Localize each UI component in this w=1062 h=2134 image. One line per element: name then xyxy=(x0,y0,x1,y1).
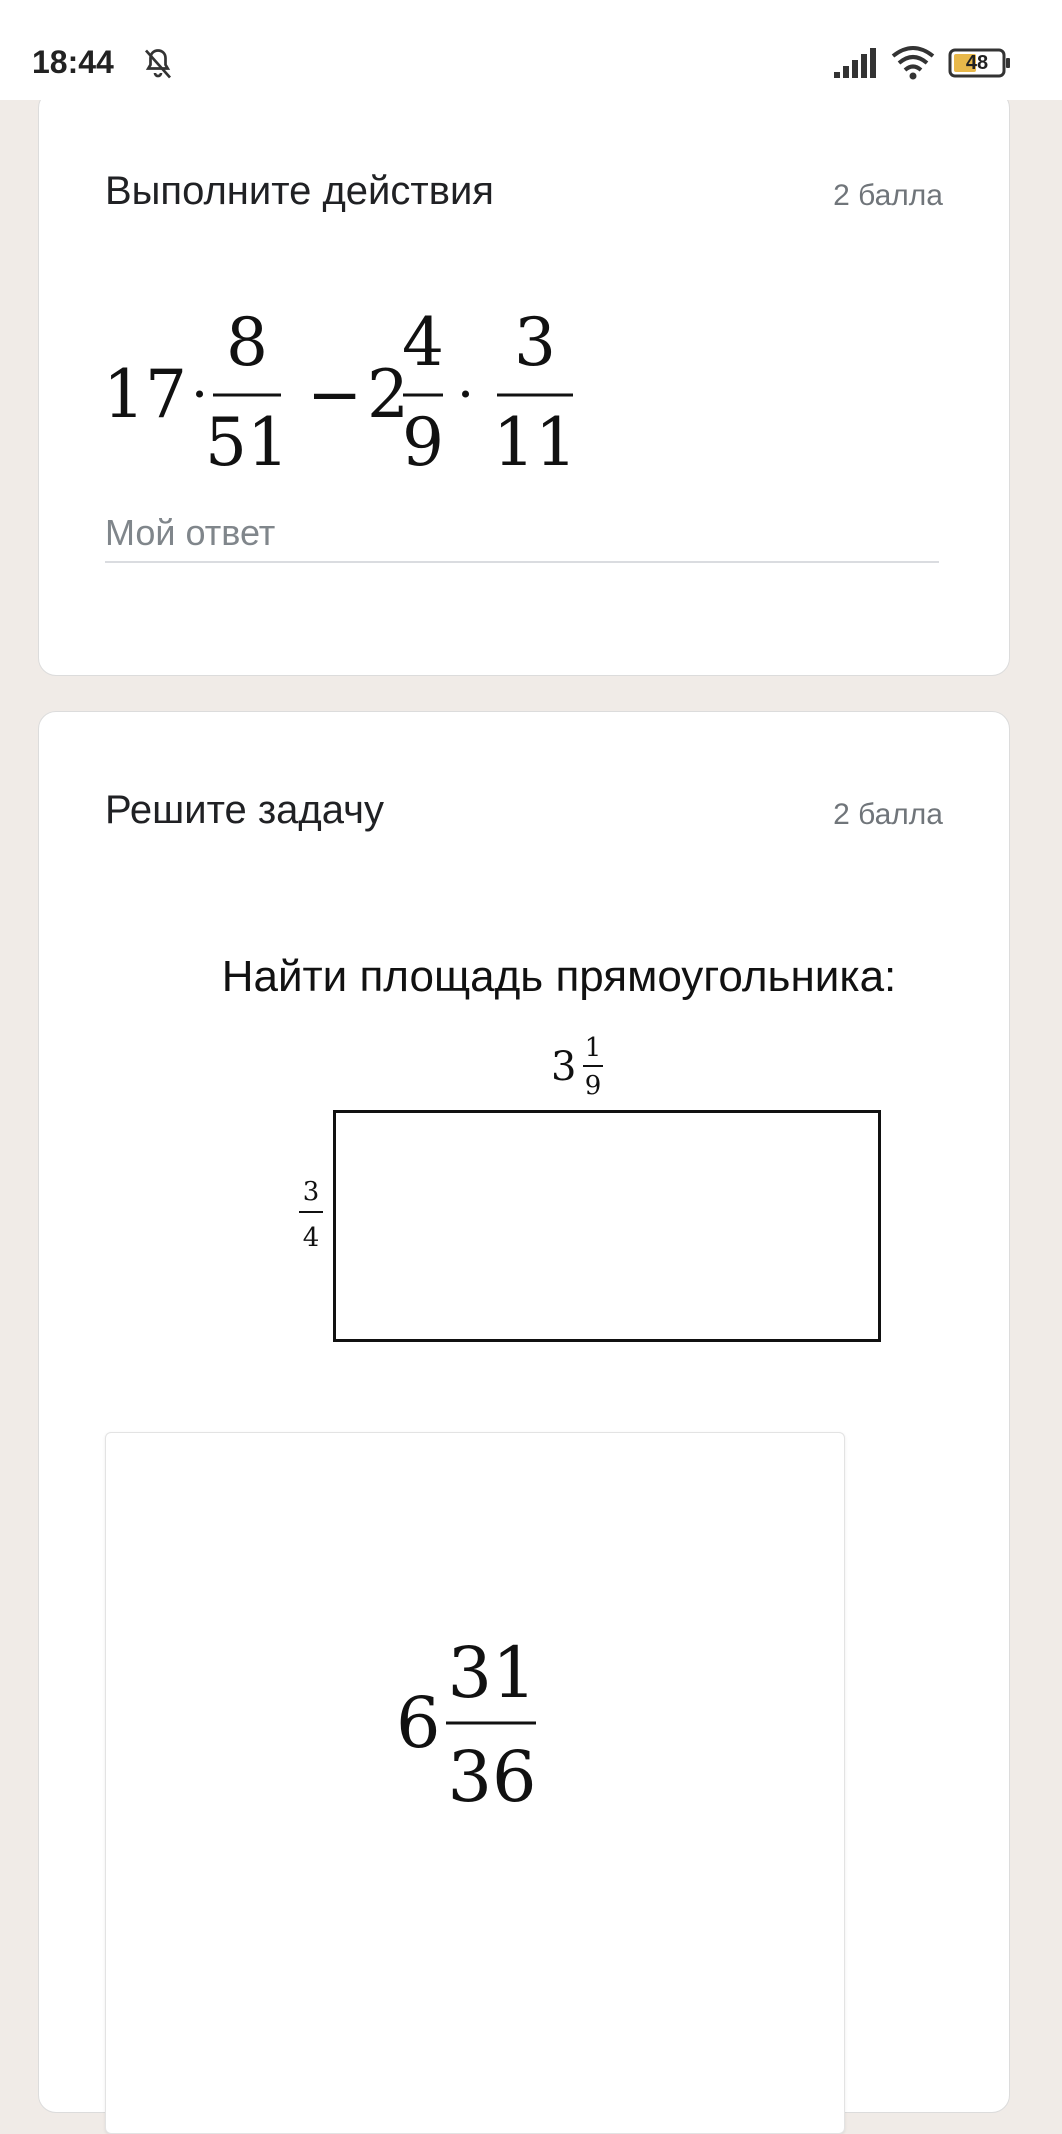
term1-whole: 17 xyxy=(103,356,187,433)
answer-option-math: 6 31 36 xyxy=(396,1641,537,1811)
frac2-num: 4 xyxy=(402,304,444,381)
status-time: 18:44 xyxy=(32,44,114,80)
dot-2: · xyxy=(457,363,474,426)
bell-muted-icon xyxy=(144,49,172,79)
length-num: 1 xyxy=(585,1033,602,1063)
task-text: Найти площадь прямоугольника: xyxy=(221,952,897,1001)
option-den: 36 xyxy=(447,1736,536,1811)
task-image: Найти площадь прямоугольника: 3 1 9 3 4 xyxy=(119,952,999,1372)
question-card-2: Решите задачу 2 балла Найти площадь прям… xyxy=(38,711,1010,2134)
length-den: 9 xyxy=(585,1071,602,1101)
frac2-den: 9 xyxy=(402,404,444,475)
question-points: 2 балла xyxy=(833,179,943,212)
question-card-1: Выполните действия 2 балла 17 · 8 51 − 2… xyxy=(38,90,1010,676)
width-den: 4 xyxy=(303,1223,320,1253)
question-title: Решите задачу xyxy=(105,788,384,832)
length-whole: 3 xyxy=(551,1044,576,1090)
signal-icon xyxy=(834,48,876,78)
answer-option-card[interactable]: 6 31 36 xyxy=(105,1432,845,2134)
frac1-num: 8 xyxy=(226,304,268,381)
status-bar: 18:44 48 xyxy=(0,0,1062,100)
frac3-den: 11 xyxy=(493,404,577,475)
option-whole: 6 xyxy=(396,1682,441,1764)
question-title: Выполните действия xyxy=(105,169,494,213)
math-expression-image: 17 · 8 51 − 2 4 9 · 3 11 xyxy=(103,304,577,475)
battery-level: 48 xyxy=(965,52,989,74)
minus-sign: − xyxy=(307,356,362,433)
option-num: 31 xyxy=(447,1641,536,1714)
width-num: 3 xyxy=(303,1177,320,1207)
question-points: 2 балла xyxy=(833,798,943,831)
answer-input[interactable] xyxy=(105,505,939,563)
rectangle-shape xyxy=(333,1110,881,1342)
rectangle-width-label: 3 4 xyxy=(299,1177,323,1253)
frac1-den: 51 xyxy=(205,404,289,475)
rectangle-length-label: 3 1 9 xyxy=(551,1033,603,1101)
frac3-num: 3 xyxy=(514,304,556,381)
wifi-icon xyxy=(891,46,935,80)
